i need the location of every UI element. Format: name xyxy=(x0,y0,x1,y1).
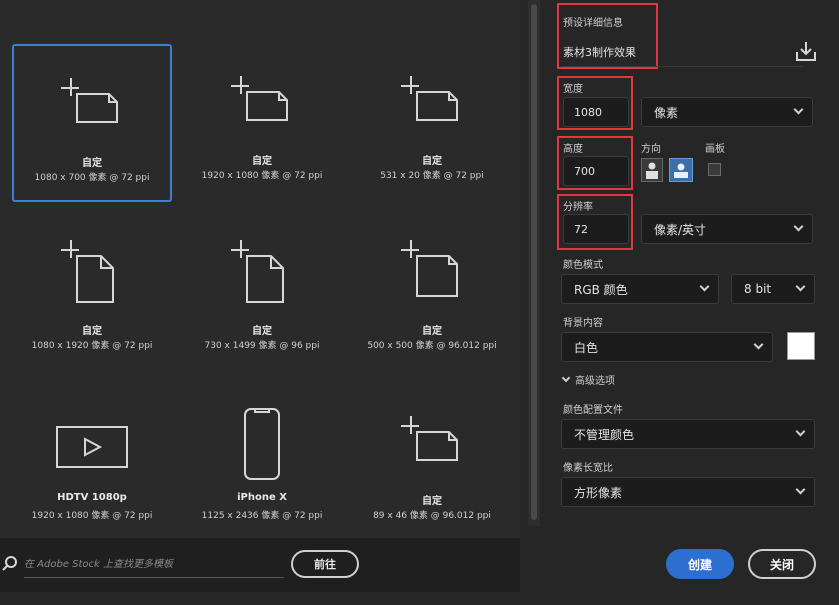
chevron-down-icon xyxy=(795,281,806,292)
scrollbar[interactable] xyxy=(528,0,540,526)
chevron-down-icon xyxy=(793,221,804,232)
background-label: 背景内容 xyxy=(563,318,603,329)
search-icon[interactable] xyxy=(2,556,18,572)
preset-dims: 89 x 46 像素 @ 96.012 ppi xyxy=(373,511,491,521)
resolution-unit-value: 像素/英寸 xyxy=(654,222,707,237)
portrait-orientation-button[interactable] xyxy=(641,158,663,182)
artboard-checkbox[interactable] xyxy=(708,163,721,176)
preset-dims: 1920 x 1080 像素 @ 72 ppi xyxy=(201,171,323,181)
color-mode-select[interactable]: RGB 颜色 xyxy=(561,274,719,304)
pixel-aspect-value: 方形像素 xyxy=(574,485,623,500)
resolution-label: 分辨率 xyxy=(563,202,593,213)
preset-card[interactable]: 自定 1920 x 1080 像素 @ 72 ppi xyxy=(182,44,342,202)
orientation-label: 方向 xyxy=(641,144,661,155)
blank-document-icon xyxy=(401,240,458,297)
video-play-icon xyxy=(56,426,128,468)
blank-document-icon xyxy=(401,416,458,461)
preset-name: 自定 xyxy=(82,158,102,169)
blank-document-icon xyxy=(231,76,288,121)
create-button[interactable]: 创建 xyxy=(666,549,734,579)
blank-document-icon xyxy=(61,240,114,303)
preset-name: 自定 xyxy=(422,326,442,337)
height-label: 高度 xyxy=(563,144,583,155)
chevron-down-icon xyxy=(793,104,804,115)
blank-document-icon xyxy=(61,78,118,123)
color-profile-label: 颜色配置文件 xyxy=(563,405,623,416)
color-mode-label: 颜色模式 xyxy=(563,260,603,271)
chevron-down-icon xyxy=(795,426,806,437)
preset-name: 自定 xyxy=(252,326,272,337)
chevron-down-icon xyxy=(561,373,571,383)
chevron-down-icon xyxy=(753,339,764,350)
width-input[interactable]: 1080 xyxy=(563,97,629,127)
artboard-label: 画板 xyxy=(705,144,725,155)
preset-dims: 1125 x 2436 像素 @ 72 ppi xyxy=(201,511,323,521)
bit-depth-select[interactable]: 8 bit xyxy=(731,274,815,304)
resolution-unit-select[interactable]: 像素/英寸 xyxy=(641,214,813,244)
landscape-person-icon xyxy=(674,163,688,178)
preset-card[interactable]: HDTV 1080p 1920 x 1080 像素 @ 72 ppi xyxy=(12,384,172,542)
go-button[interactable]: 前往 xyxy=(291,550,359,578)
preset-card[interactable]: 自定 531 x 20 像素 @ 72 ppi xyxy=(352,44,512,202)
preset-card[interactable]: 自定 1080 x 1920 像素 @ 72 ppi xyxy=(12,214,172,372)
portrait-person-icon xyxy=(646,162,658,179)
width-unit-select[interactable]: 像素 xyxy=(641,97,813,127)
preset-name: 自定 xyxy=(82,326,102,337)
name-underline xyxy=(561,66,803,67)
advanced-options-label: 高级选项 xyxy=(575,376,615,387)
width-label: 宽度 xyxy=(563,84,583,95)
search-input[interactable] xyxy=(24,552,284,578)
pixel-aspect-select[interactable]: 方形像素 xyxy=(561,477,815,507)
blank-document-icon xyxy=(401,76,458,121)
preset-name-field[interactable]: 素材3制作效果 xyxy=(563,44,636,60)
preset-card[interactable]: 自定 730 x 1499 像素 @ 96 ppi xyxy=(182,214,342,372)
bit-depth-value: 8 bit xyxy=(744,282,772,296)
preset-dims: 730 x 1499 像素 @ 96 ppi xyxy=(204,341,320,351)
width-unit-value: 像素 xyxy=(654,105,679,120)
scroll-thumb[interactable] xyxy=(531,4,537,520)
close-button[interactable]: 关闭 xyxy=(748,549,816,579)
advanced-options-toggle[interactable]: 高级选项 xyxy=(561,372,615,387)
resolution-input[interactable]: 72 xyxy=(563,214,629,244)
preset-name: HDTV 1080p xyxy=(57,492,127,503)
preset-name: iPhone X xyxy=(237,492,287,503)
preset-card[interactable]: 自定 1080 x 700 像素 @ 72 ppi xyxy=(12,44,172,202)
details-header: 预设详细信息 xyxy=(563,18,623,29)
stock-search-bar: 前往 xyxy=(0,538,520,592)
color-profile-select[interactable]: 不管理颜色 xyxy=(561,419,815,449)
pixel-aspect-label: 像素长宽比 xyxy=(563,463,613,474)
preset-card[interactable]: 自定 500 x 500 像素 @ 96.012 ppi xyxy=(352,214,512,372)
preset-name: 自定 xyxy=(422,496,442,507)
preset-name: 自定 xyxy=(252,156,272,167)
preset-name: 自定 xyxy=(422,156,442,167)
color-profile-value: 不管理颜色 xyxy=(574,427,635,442)
background-color-swatch[interactable] xyxy=(787,332,815,360)
preset-dims: 1080 x 1920 像素 @ 72 ppi xyxy=(31,341,153,351)
background-select[interactable]: 白色 xyxy=(561,332,773,362)
preset-card[interactable]: iPhone X 1125 x 2436 像素 @ 72 ppi xyxy=(182,384,342,542)
preset-dims: 1920 x 1080 像素 @ 72 ppi xyxy=(31,511,153,521)
preset-dims: 1080 x 700 像素 @ 72 ppi xyxy=(34,173,150,183)
height-input[interactable]: 700 xyxy=(563,156,629,186)
preset-dims: 500 x 500 像素 @ 96.012 ppi xyxy=(367,341,497,351)
preset-dims: 531 x 20 像素 @ 72 ppi xyxy=(380,171,484,181)
save-preset-icon[interactable] xyxy=(795,40,817,62)
background-value: 白色 xyxy=(574,340,599,355)
color-mode-value: RGB 颜色 xyxy=(574,282,628,297)
blank-document-icon xyxy=(231,240,284,303)
chevron-down-icon xyxy=(699,281,710,292)
preset-card[interactable]: 自定 89 x 46 像素 @ 96.012 ppi xyxy=(352,384,512,542)
landscape-orientation-button[interactable] xyxy=(669,158,693,182)
preset-grid: 自定 1080 x 700 像素 @ 72 ppi 自定 1920 x 1080… xyxy=(0,0,520,538)
phone-icon xyxy=(244,408,280,480)
chevron-down-icon xyxy=(795,484,806,495)
preset-details-panel: 预设详细信息 素材3制作效果 宽度 1080 像素 高度 700 方向 画板 分… xyxy=(545,0,839,605)
